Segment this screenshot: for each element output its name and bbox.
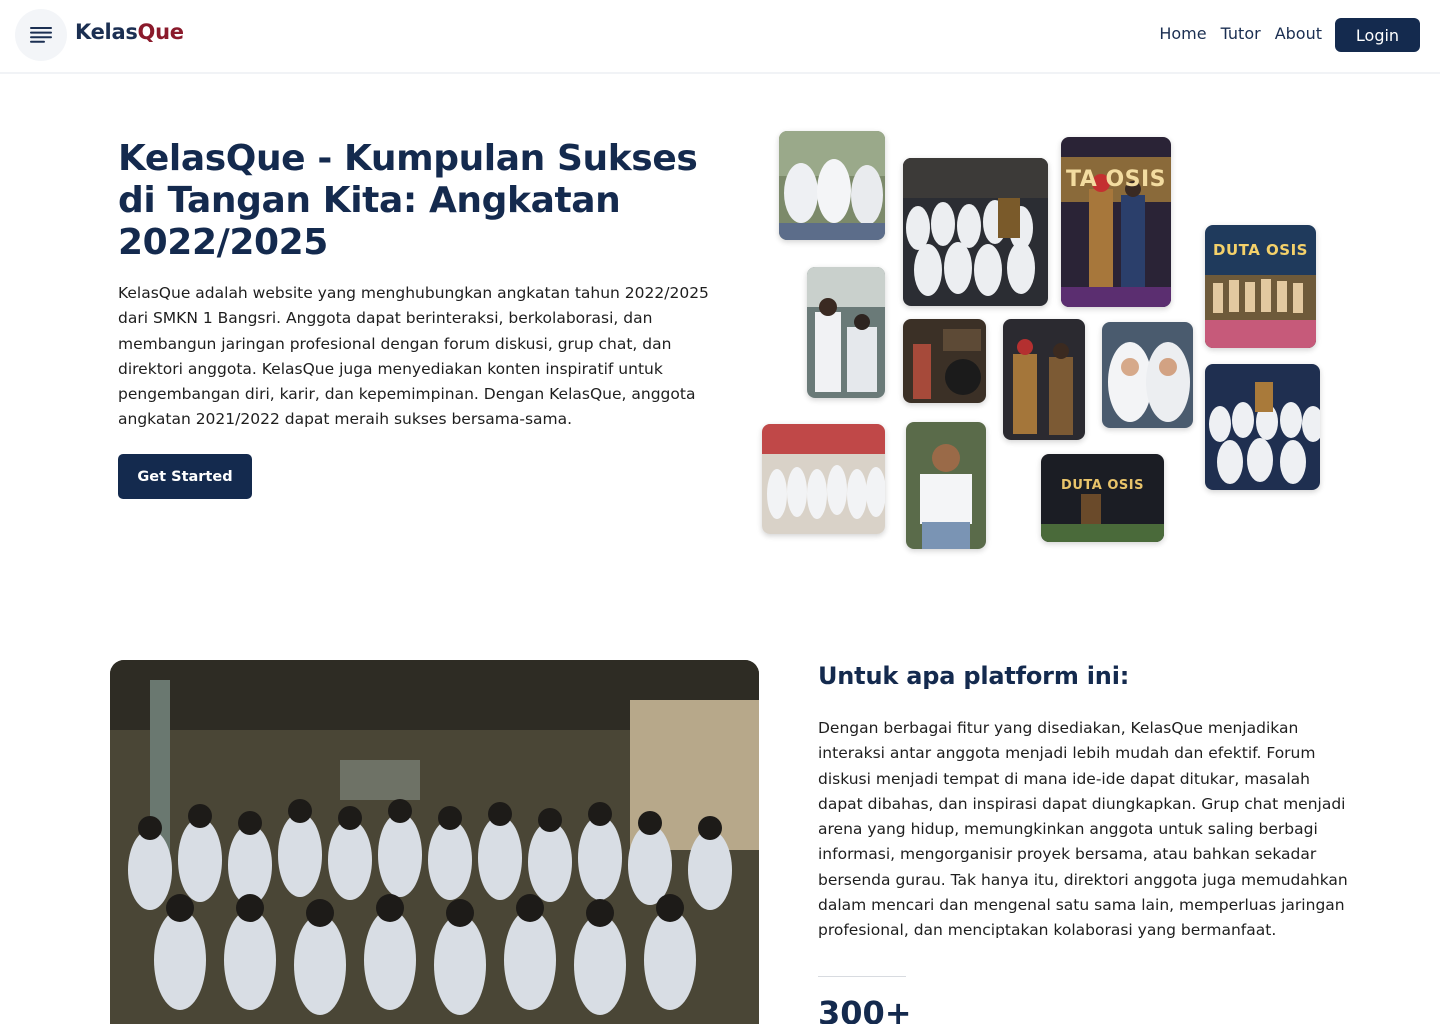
get-started-button[interactable]: Get Started [118,454,252,499]
menu-button[interactable] [15,9,67,61]
brand-name-part2: Que [137,20,184,44]
navbar: KelasQue Home Tutor About Login [0,0,1440,74]
collage-photo-ambassador-pair [1003,319,1085,440]
hero-title: KelasQue - Kumpulan Sukses di Tangan Kit… [118,138,698,263]
collage-photo-group-stage [1205,364,1320,490]
hamburger-menu-icon [30,27,52,43]
section-title: Untuk apa platform ini: [818,662,1130,690]
collage-photo-class-outdoor [762,424,885,534]
nav-links: Home Tutor About [1159,24,1322,43]
nav-link-home[interactable]: Home [1159,24,1206,43]
collage-photo-award [903,319,986,403]
section-divider [818,976,906,977]
collage-photo-duta-osis-stage: DUTA OSIS [1205,225,1316,348]
collage-photo-boy-portrait [906,422,986,549]
section-description: Dengan berbagai fitur yang disediakan, K… [818,719,1348,940]
hero-description: KelasQue adalah website yang menghubungk… [118,284,709,429]
collage-photo-students-hijab [779,131,885,240]
brand-logo[interactable]: KelasQue [75,20,184,44]
collage-photo-group-hall [903,158,1048,306]
collage-photo-duta-osis-banner: DUTA OSIS [1041,454,1164,542]
collage-photo-ambassador-stage: TA OSIS [1061,137,1171,307]
nav-link-tutor[interactable]: Tutor [1221,24,1261,43]
brand-name-part1: Kelas [75,20,138,44]
collage-label-duta-osis-2: DUTA OSIS [1061,478,1144,493]
collage-photo-boys-outside [807,267,885,398]
member-count-stat: 300+ [818,994,912,1024]
collage-label-duta-osis-1: DUTA OSIS [1213,241,1308,259]
login-button[interactable]: Login [1335,18,1420,52]
collage-photo-two-girls [1102,322,1193,428]
graduation-group-photo [110,660,759,1024]
collage-label-ta-osis: TA OSIS [1065,167,1167,192]
nav-link-about[interactable]: About [1275,24,1322,43]
